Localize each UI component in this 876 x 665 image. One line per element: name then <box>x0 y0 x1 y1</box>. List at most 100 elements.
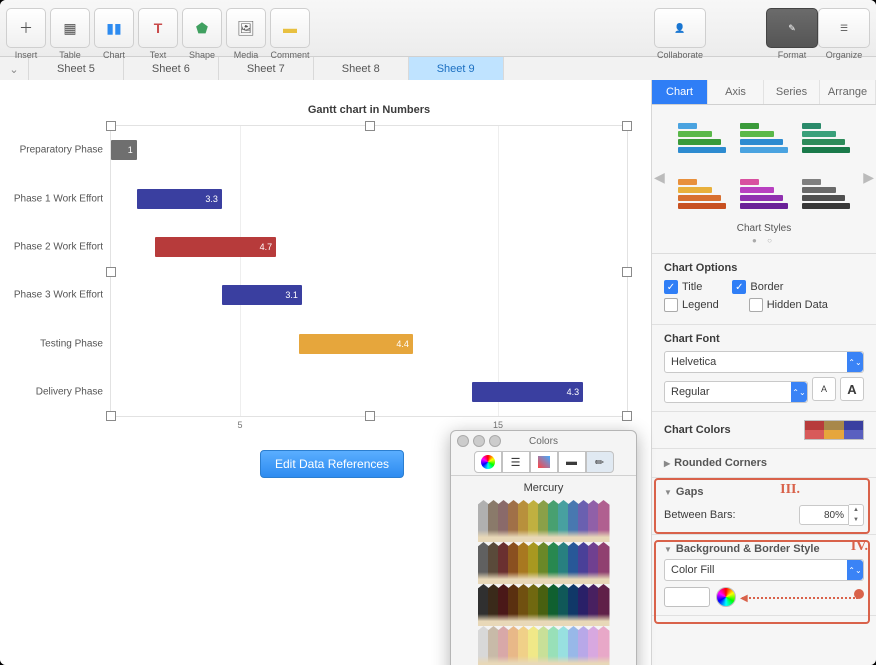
gantt-bar[interactable]: 4.7 <box>155 237 276 257</box>
gaps-disclosure[interactable]: ▼Gaps <box>664 486 864 498</box>
annotation-arrow: ◀ <box>742 591 864 603</box>
font-smaller-button[interactable]: A <box>812 377 836 401</box>
format-tab-bar: Chart Axis Series Arrange <box>652 80 876 105</box>
colors-title: Colors <box>529 436 558 447</box>
insert-button[interactable]: ＋Insert <box>6 8 46 48</box>
styles-page-dots[interactable]: ● ○ <box>658 236 870 245</box>
chart-options-section: Chart Options ✓Title ✓Border Legend Hidd… <box>652 254 876 325</box>
chart-style-thumb[interactable] <box>674 113 730 163</box>
colors-panel[interactable]: Colors ☰ ▬ ✏ Mercury Opacity 100% <box>450 430 637 665</box>
media-button[interactable]: 🖼Media <box>226 8 266 48</box>
font-weight-select[interactable]: Regular⌃⌄ <box>664 381 808 403</box>
title-checkbox[interactable]: ✓Title <box>664 280 702 294</box>
chart-style-thumb[interactable] <box>674 169 730 219</box>
chart-style-thumb[interactable] <box>736 113 792 163</box>
gantt-bar[interactable]: 3.3 <box>137 189 222 209</box>
text-button[interactable]: TText <box>138 8 178 48</box>
color-sliders-tab[interactable]: ☰ <box>502 451 530 473</box>
color-palettes-tab[interactable] <box>530 451 558 473</box>
legend-checkbox[interactable]: Legend <box>664 298 719 312</box>
selected-color-name: Mercury <box>451 476 636 500</box>
font-bigger-button[interactable]: A <box>840 377 864 401</box>
gantt-chart[interactable]: Gantt chart in Numbers 515Preparatory Ph… <box>110 125 628 417</box>
main-toolbar: ＋Insert ▦Table ▮▮Chart TText ⬟Shape 🖼Med… <box>0 0 876 57</box>
add-sheet-button[interactable]: ⌄ <box>0 57 29 81</box>
fill-type-select[interactable]: Color Fill⌃⌄ <box>664 559 864 581</box>
canvas[interactable]: Gantt chart in Numbers 515Preparatory Ph… <box>0 80 652 665</box>
colors-titlebar[interactable]: Colors <box>451 431 636 451</box>
chart-style-thumb[interactable] <box>798 169 854 219</box>
organize-button[interactable]: ☰Organize <box>818 8 870 48</box>
pencils-icon: ✏ <box>595 456 604 469</box>
image-palettes-tab[interactable]: ▬ <box>558 451 586 473</box>
shape-icon: ⬟ <box>196 21 208 35</box>
pencil-swatch[interactable] <box>598 542 610 584</box>
pencil-swatch[interactable] <box>598 500 610 542</box>
font-family-select[interactable]: Helvetica⌃⌄ <box>664 351 864 373</box>
collaborate-icon: 👤 <box>674 23 685 34</box>
edit-data-references-button[interactable]: Edit Data References <box>260 450 404 478</box>
chevron-right-icon: ▶ <box>664 459 670 468</box>
window-controls[interactable] <box>457 435 501 447</box>
color-wheel-tab[interactable] <box>474 451 502 473</box>
tab-arrange[interactable]: Arrange <box>820 80 876 104</box>
chevron-down-icon: ▼ <box>664 545 672 554</box>
gaps-section: ▼Gaps Between Bars: 80% ▲▼ III. <box>652 478 876 535</box>
bg-disclosure[interactable]: ▼Background & Border Style <box>664 543 864 555</box>
text-icon: T <box>154 21 163 35</box>
table-button[interactable]: ▦Table <box>50 8 90 48</box>
sheet-tab[interactable]: Sheet 5 <box>29 57 124 81</box>
section-title: Chart Colors <box>664 424 731 436</box>
image-icon: ▬ <box>566 456 577 468</box>
chart-styles-section: ◀ ▶ Chart Styles ● ○ <box>652 105 876 254</box>
styles-next-button[interactable]: ▶ <box>863 169 874 186</box>
category-label: Phase 2 Work Effort <box>14 241 103 252</box>
pencil-grid[interactable] <box>451 500 636 665</box>
tab-axis[interactable]: Axis <box>708 80 764 104</box>
sheet-tab-bar: ⌄ Sheet 5 Sheet 6 Sheet 7 Sheet 8 Sheet … <box>0 57 876 82</box>
tab-series[interactable]: Series <box>764 80 820 104</box>
annotation-iii: III. <box>780 482 800 498</box>
styles-prev-button[interactable]: ◀ <box>654 169 665 186</box>
colors-mode-tabs: ☰ ▬ ✏ <box>451 451 636 476</box>
media-icon: 🖼 <box>237 21 255 35</box>
sheet-tab[interactable]: Sheet 6 <box>124 57 219 81</box>
gantt-bar[interactable]: 3.1 <box>222 285 302 305</box>
category-label: Preparatory Phase <box>20 145 103 156</box>
sheet-tab[interactable]: Sheet 8 <box>314 57 409 81</box>
fill-color-well[interactable] <box>664 587 710 607</box>
sheet-tab-active[interactable]: Sheet 9 <box>409 57 504 81</box>
format-button[interactable]: ✎Format <box>766 8 818 48</box>
hidden-data-checkbox[interactable]: Hidden Data <box>749 298 828 312</box>
collaborate-button[interactable]: 👤Collaborate <box>654 8 706 48</box>
pencil-swatch[interactable] <box>598 584 610 626</box>
border-checkbox[interactable]: ✓Border <box>732 280 783 294</box>
chart-colors-button[interactable] <box>804 420 864 440</box>
shape-button[interactable]: ⬟Shape <box>182 8 222 48</box>
comment-button[interactable]: ▬Comment <box>270 8 310 48</box>
gantt-bar[interactable]: 4.4 <box>299 334 413 354</box>
pencils-tab[interactable]: ✏ <box>586 451 614 473</box>
chart-style-thumb[interactable] <box>736 169 792 219</box>
chart-colors-section: Chart Colors <box>652 412 876 449</box>
pencil-swatch[interactable] <box>598 626 610 665</box>
between-bars-stepper[interactable]: 80% ▲▼ <box>799 504 864 526</box>
chart-button[interactable]: ▮▮Chart <box>94 8 134 48</box>
section-title: Chart Font <box>664 333 864 345</box>
category-label: Phase 3 Work Effort <box>14 290 103 301</box>
app-window: ＋Insert ▦Table ▮▮Chart TText ⬟Shape 🖼Med… <box>0 0 876 665</box>
palette-icon <box>538 456 550 468</box>
color-picker-button[interactable] <box>716 587 736 607</box>
gantt-bar[interactable]: 1 <box>111 140 137 160</box>
rounded-corners-section[interactable]: ▶Rounded Corners <box>652 449 876 478</box>
chart-style-thumb[interactable] <box>798 113 854 163</box>
gantt-bar[interactable]: 4.3 <box>472 382 583 402</box>
chart-icon: ▮▮ <box>106 21 121 35</box>
chevron-down-icon: ▼ <box>664 488 672 497</box>
chart-title: Gantt chart in Numbers <box>111 104 627 116</box>
sheet-tab[interactable]: Sheet 7 <box>219 57 314 81</box>
section-title: Chart Options <box>664 262 864 274</box>
tab-chart[interactable]: Chart <box>652 80 708 104</box>
annotation-iv: IV. <box>851 539 868 555</box>
category-label: Delivery Phase <box>36 386 103 397</box>
